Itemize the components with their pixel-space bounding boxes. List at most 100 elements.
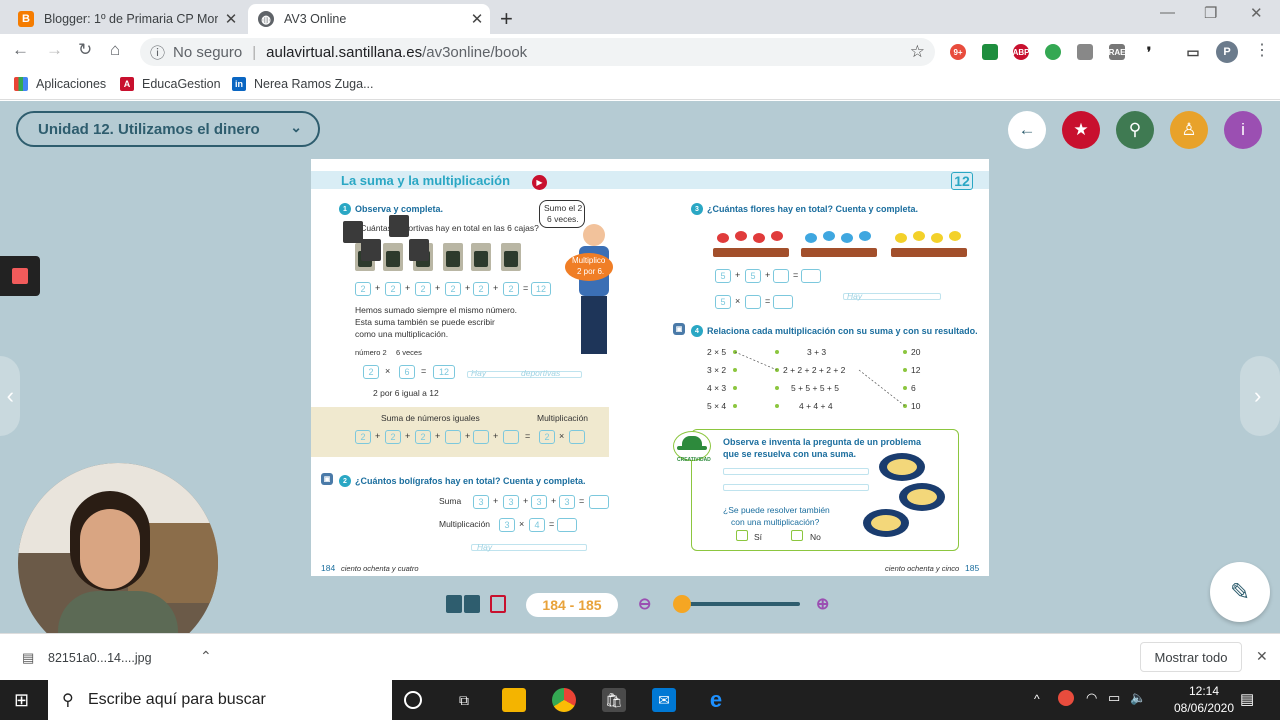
store-icon[interactable]: 🛍 [602,688,626,712]
creativity-question: ¿Se puede resolver también [723,505,830,515]
show-all-label: Mostrar todo [1154,649,1228,665]
bookmark-linkedin[interactable]: in Nerea Ramos Zuga... [232,77,374,91]
page-range: 184 - 185 [542,597,602,613]
record-button[interactable] [0,256,40,296]
profile-avatar[interactable]: P [1216,41,1238,63]
chevron-up-icon[interactable]: ⌃ [200,648,212,665]
minimize-icon[interactable]: — [1160,4,1175,21]
bookmark-apps[interactable]: Aplicaciones [14,77,106,91]
classroom-extension-icon[interactable] [982,44,998,60]
edit-button[interactable]: ✎ [1210,562,1270,622]
page-indicator[interactable]: 184 - 185 [526,593,618,617]
answer-line[interactable] [723,484,869,491]
creativity-badge: CREATIVIDAD [677,457,711,463]
user-button[interactable]: ♙ [1170,111,1208,149]
rae-label: RAE [1108,47,1126,57]
creativity-prompt: que se resuelva con una suma. [723,449,857,459]
clock[interactable]: 12:14 08/06/2020 [1172,683,1236,717]
home-icon[interactable]: ⌂ [110,40,120,60]
cortana-icon[interactable] [404,691,422,709]
tab-av3-online[interactable]: ◍ AV3 Online ✕ [248,4,490,34]
answer-line[interactable] [723,468,869,475]
prev-page-button[interactable]: ‹ [0,356,20,436]
plate-illustration [879,453,925,481]
close-tab-icon[interactable]: ✕ [464,10,490,28]
creativity-prompt: Observa e inventa la pregunta de un prob… [723,437,922,447]
windows-start-icon[interactable]: ⊞ [14,690,29,711]
file-explorer-icon[interactable] [502,688,526,712]
search-button[interactable]: ⚲ [1116,111,1154,149]
bookmarks-bar: Aplicaciones A EducaGestion in Nerea Ram… [0,70,1280,100]
zoom-in-icon[interactable]: ⊕ [816,594,829,614]
new-tab-button[interactable]: + [500,6,513,32]
adblock-label: ABP [1012,47,1030,57]
mail-icon[interactable]: ✉ [652,688,676,712]
info-button[interactable]: i [1224,111,1262,149]
info-icon: i [1241,120,1245,139]
file-icon: ▤ [22,650,35,665]
unit-selector[interactable]: Unidad 12. Utilizamos el dinero ⌄ [16,111,320,147]
no-checkbox[interactable] [791,530,803,541]
creativity-question: con una multiplicación? [731,517,820,527]
adblock-extension-icon[interactable]: ABP [1013,44,1029,60]
person-icon: ♙ [1181,120,1197,139]
downloads-bar: ▤ 82151a0...14....jpg ⌃ Mostrar todo ✕ [0,633,1280,680]
tab-blogger[interactable]: B Blogger: 1º de Primaria CP Mont ✕ [8,4,244,34]
tray-app-icon[interactable] [1058,690,1074,706]
zoom-slider[interactable] [680,602,800,606]
quote-extension-icon[interactable]: ❜ [1141,44,1157,60]
unit-title: Unidad 12. Utilizamos el dinero [38,120,260,138]
reload-icon[interactable]: ↻ [78,40,92,60]
arrow-extension-icon[interactable] [1077,44,1093,60]
battery-icon[interactable]: ▭ [1108,690,1120,706]
restore-icon[interactable]: ❐ [1204,4,1217,22]
extension-icon[interactable]: 9+ [950,44,966,60]
back-icon[interactable]: ← [12,40,29,60]
task-view-icon[interactable]: ⧉ [452,688,476,712]
chevron-up-icon[interactable]: ^ [1034,692,1040,706]
menu-icon[interactable]: ⋮ [1254,40,1270,60]
show-all-button[interactable]: Mostrar todo [1140,642,1242,672]
info-icon[interactable]: ⓘ [150,42,165,63]
window-close-icon[interactable]: ✕ [1250,4,1263,22]
search-icon: ⚲ [1128,120,1142,139]
zoom-out-icon[interactable]: ⊖ [638,594,651,614]
bookmark-label: EducaGestion [142,77,221,91]
yes-checkbox[interactable] [736,530,748,541]
chrome-icon[interactable] [552,688,576,712]
tab-title: Blogger: 1º de Primaria CP Mont [44,12,218,26]
av3-viewer: Unidad 12. Utilizamos el dinero ⌄ ← ★ ⚲ … [0,101,1280,663]
page-number: 185 [965,563,980,573]
extension-badge: 9+ [953,47,963,57]
browser-toolbar: ← → ↻ ⌂ ⓘ No seguro | aulavirtual.santil… [0,34,1280,70]
bookmark-star-icon[interactable]: ☆ [910,42,925,62]
forward-icon[interactable]: → [46,40,63,60]
cast-icon[interactable]: ▭ [1185,44,1201,60]
pdf-icon[interactable] [490,595,506,613]
download-filename[interactable]: 82151a0...14....jpg [48,651,152,665]
favorites-button[interactable]: ★ [1062,111,1100,149]
notifications-icon[interactable]: ▤ [1240,690,1254,708]
zoom-slider-handle[interactable] [673,595,691,613]
star-icon: ★ [1073,120,1089,139]
bookmark-educagestion[interactable]: A EducaGestion [120,77,221,91]
stop-icon [12,268,28,284]
profile-initial: P [1223,46,1231,58]
blogger-icon: B [18,11,34,27]
pencil-icon: ✎ [1229,578,1251,606]
chevron-left-icon: ‹ [6,383,14,408]
rae-extension-icon[interactable]: RAE [1109,44,1125,60]
taskbar-search-input[interactable]: ⚲ Escribe aquí para buscar [48,680,392,720]
address-bar[interactable]: ⓘ No seguro | aulavirtual.santillana.es /… [140,38,935,66]
wifi-icon[interactable]: ◠ [1086,690,1097,706]
volume-icon[interactable]: 🔈 [1130,690,1146,706]
windows-taskbar: ⊞ ⚲ Escribe aquí para buscar ⧉ 🛍 ✉ e ^ ◠… [0,680,1280,720]
close-icon[interactable]: ✕ [1256,648,1268,665]
back-button[interactable]: ← [1008,111,1046,149]
double-page-view-icon[interactable] [446,593,482,615]
next-page-button[interactable]: › [1240,356,1280,436]
edge-icon[interactable]: e [704,687,728,712]
color-extension-icon[interactable] [1045,44,1061,60]
security-label: No seguro [173,43,243,61]
close-tab-icon[interactable]: ✕ [218,10,244,28]
